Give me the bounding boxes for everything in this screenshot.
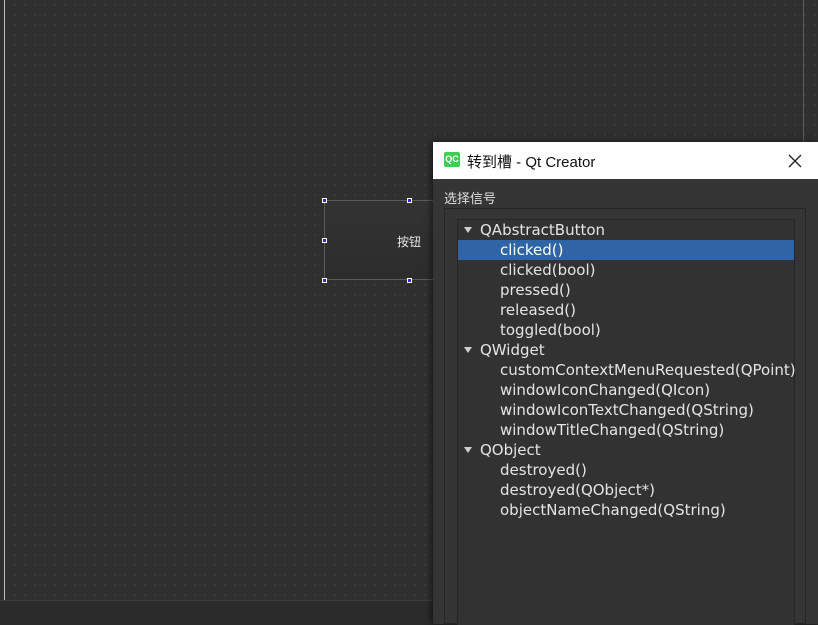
canvas-left-border <box>4 0 5 600</box>
signal-item[interactable]: clicked(bool) <box>458 260 794 280</box>
signal-item-label: released() <box>500 301 576 319</box>
close-icon <box>788 154 802 168</box>
signal-item-label: clicked() <box>500 241 564 259</box>
go-to-slot-dialog: QC 转到槽 - Qt Creator 选择信号 QAbstractButton… <box>433 142 818 625</box>
dialog-title: 转到槽 - Qt Creator <box>467 154 596 171</box>
tree-group-label: QObject <box>480 441 541 459</box>
signal-item[interactable]: destroyed() <box>458 460 794 480</box>
resize-handle-top-left[interactable] <box>322 198 327 203</box>
signal-tree[interactable]: QAbstractButton clicked() clicked(bool) pre… <box>457 219 796 625</box>
signal-item-label: windowIconTextChanged(QString) <box>500 401 754 419</box>
signal-item[interactable]: windowTitleChanged(QString) <box>458 420 794 440</box>
signal-item-label: destroyed() <box>500 461 587 479</box>
expand-arrow-icon[interactable] <box>464 447 472 453</box>
dialog-titlebar: QC 转到槽 - Qt Creator <box>433 142 818 179</box>
close-button[interactable] <box>782 148 808 174</box>
resize-handle-left[interactable] <box>322 238 327 243</box>
signal-item[interactable]: destroyed(QObject*) <box>458 480 794 500</box>
signal-item-label: toggled(bool) <box>500 321 601 339</box>
signal-item-selected[interactable]: clicked() <box>458 240 794 260</box>
tree-group-row[interactable]: QAbstractButton <box>458 220 794 240</box>
expand-arrow-icon[interactable] <box>464 227 472 233</box>
resize-handle-top[interactable] <box>407 198 412 203</box>
tree-group-label: QWidget <box>480 341 545 359</box>
signal-item[interactable]: released() <box>458 300 794 320</box>
signal-item[interactable]: windowIconTextChanged(QString) <box>458 400 794 420</box>
signal-item-label: clicked(bool) <box>500 261 596 279</box>
signal-item[interactable]: customContextMenuRequested(QPoint) <box>458 360 796 380</box>
signal-list-frame: QAbstractButton clicked() clicked(bool) pre… <box>444 208 806 625</box>
signal-item-label: destroyed(QObject*) <box>500 481 655 499</box>
signal-item[interactable]: toggled(bool) <box>458 320 794 340</box>
tree-group-label: QAbstractButton <box>480 221 606 239</box>
signal-item-label: windowTitleChanged(QString) <box>500 421 725 439</box>
signal-item-label: objectNameChanged(QString) <box>500 501 726 519</box>
signal-item[interactable]: objectNameChanged(QString) <box>458 500 794 520</box>
signal-item-label: windowIconChanged(QIcon) <box>500 381 711 399</box>
resize-handle-bottom-left[interactable] <box>322 278 327 283</box>
tree-group-row[interactable]: QWidget <box>458 340 794 360</box>
tree-group-row[interactable]: QObject <box>458 440 794 460</box>
signal-item[interactable]: windowIconChanged(QIcon) <box>458 380 794 400</box>
resize-handle-bottom[interactable] <box>407 278 412 283</box>
select-signal-label: 选择信号 <box>444 192 497 207</box>
push-button-label: 按钮 <box>397 235 422 249</box>
qt-creator-logo-icon: QC <box>444 152 460 167</box>
signal-item-label: customContextMenuRequested(QPoint) <box>500 361 796 379</box>
signal-item-label: pressed() <box>500 281 571 299</box>
signal-item[interactable]: pressed() <box>458 280 794 300</box>
expand-arrow-icon[interactable] <box>464 347 472 353</box>
